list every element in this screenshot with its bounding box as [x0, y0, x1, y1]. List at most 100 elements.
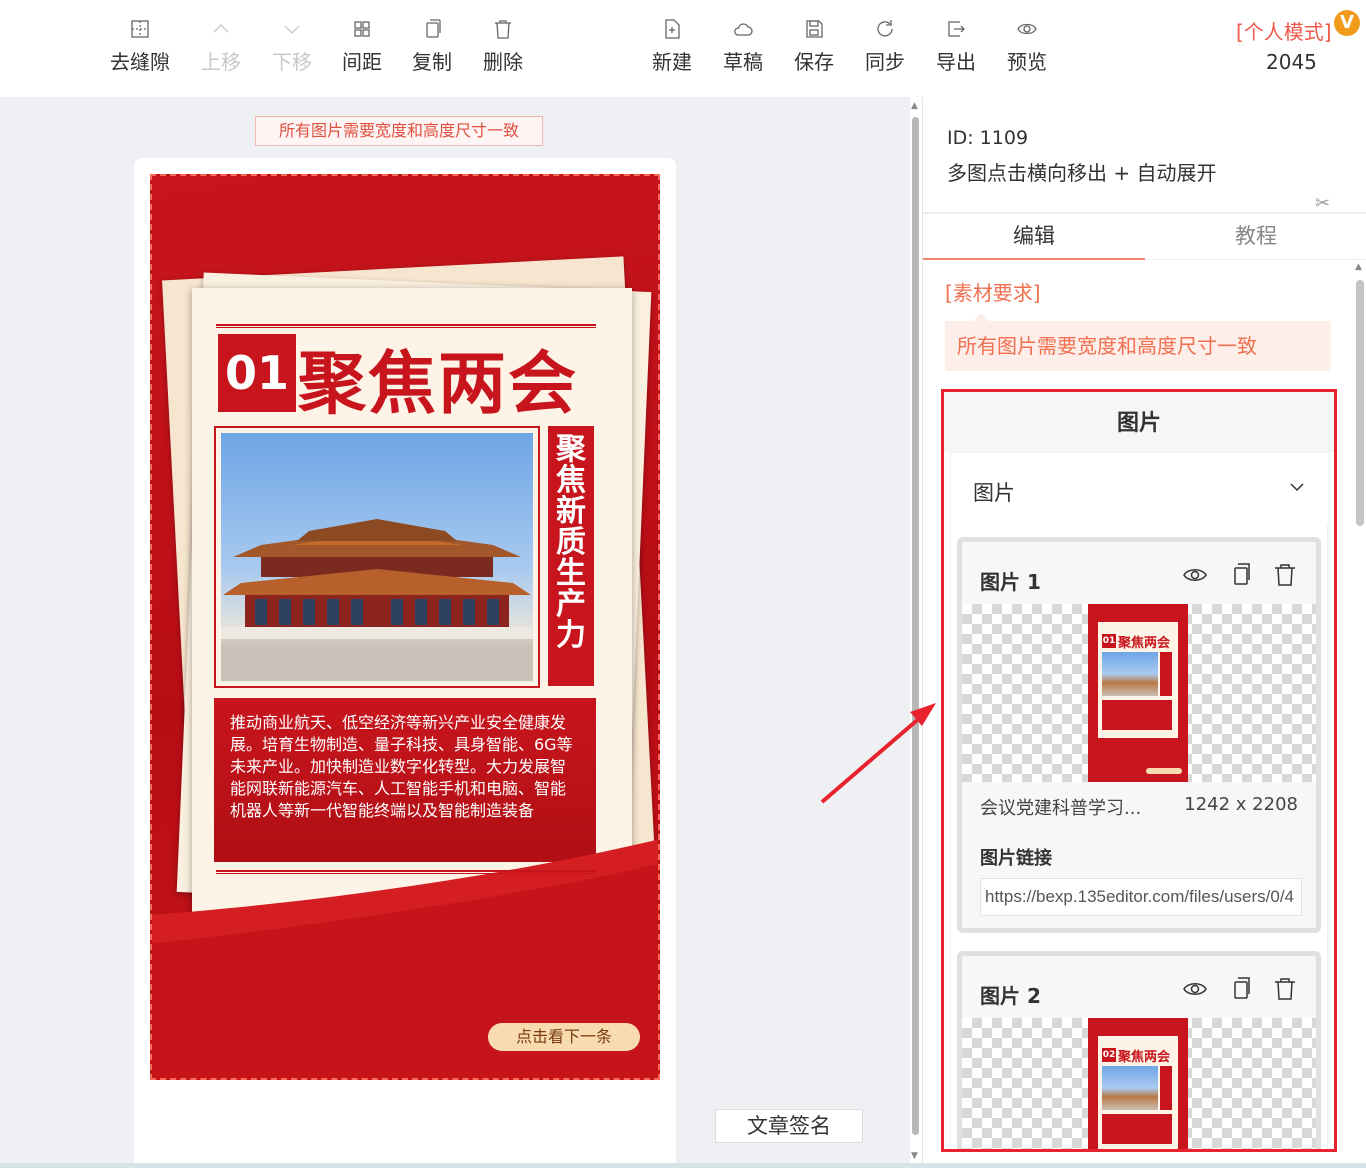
image-thumbnail[interactable]: 02 聚焦两会	[962, 1018, 1316, 1149]
article-signature-button[interactable]: 文章签名	[715, 1109, 863, 1143]
image-card-1: 图片 1 01 聚焦两会 会议党建科普学习... 1242 x 2208 图片链…	[957, 537, 1321, 933]
size-notice: 所有图片需要宽度和高度尺寸一致	[255, 116, 543, 146]
personal-mode[interactable]: [个人模式] V 2045	[1236, 10, 1360, 74]
vertical-banner: 聚焦新质生产力	[548, 426, 594, 686]
sync-icon	[877, 20, 893, 37]
poster-number: 01	[218, 334, 296, 412]
image-section: 图片 图片 1 01 聚焦两会 会议党建科普学习... 1242 x 2208 …	[950, 452, 1329, 1149]
vip-badge-icon: V	[1334, 10, 1360, 36]
mini-textbox	[1102, 700, 1172, 730]
collapse-gap-icon	[131, 20, 149, 38]
template-description: 多图点击横向移出 + 自动展开	[947, 161, 1217, 185]
export-label: 导出	[936, 50, 976, 74]
delete-label: 删除	[483, 50, 523, 74]
properties-panel: ID: 1109 多图点击横向移出 + 自动展开 ✂ 编辑 教程 [素材要求] …	[922, 97, 1366, 1168]
mini-headline: 聚焦两会	[1118, 1050, 1171, 1065]
image-section-header[interactable]: 图片	[951, 453, 1329, 525]
bottom-rule	[216, 870, 596, 874]
trash-icon[interactable]	[1272, 976, 1298, 1002]
poster-image[interactable]: 01 聚焦两会 聚焦新质生产力 推动商业航天、低空经济等新兴产业安全健康发展。培…	[150, 174, 660, 1080]
image-meta: 会议党建科普学习... 1242 x 2208	[962, 782, 1316, 826]
panel-scroll-thumb[interactable]	[1356, 280, 1364, 526]
image-link-heading: 图片链接	[962, 826, 1316, 870]
copy-label: 复制	[412, 50, 452, 74]
poster-headline: 聚焦两会	[298, 344, 579, 424]
image-link-row	[962, 870, 1316, 928]
canvas-scrollbar[interactable]: ▲ ▼	[910, 97, 922, 1168]
template-id: ID: 1109	[947, 127, 1029, 149]
mini-photo	[1102, 1066, 1158, 1110]
copy-icon[interactable]	[1228, 976, 1254, 1002]
save-button[interactable]: 保存	[778, 14, 850, 84]
mode-label: [个人模式]	[1236, 20, 1332, 44]
spacing-button[interactable]: 间距	[326, 14, 398, 84]
tab-tutorial[interactable]: 教程	[1145, 214, 1366, 260]
next-item-button[interactable]: 点击看下一条	[488, 1023, 640, 1051]
chevron-down-icon	[284, 25, 300, 34]
panel-scrollbar[interactable]: ▲	[1353, 262, 1366, 1168]
requirement-text: 所有图片需要宽度和高度尺寸一致	[945, 313, 1331, 371]
image-dimensions: 1242 x 2208	[1184, 794, 1298, 815]
image-card-header: 图片 2	[962, 956, 1316, 1018]
export-button[interactable]: 导出	[920, 14, 992, 84]
sync-label: 同步	[865, 50, 905, 74]
top-toolbar: 去缝隙 上移 下移 间距 复制 删除 新建 草稿 保存 同步 导出 预览 [个人…	[0, 0, 1366, 97]
mini-number: 01	[1102, 634, 1116, 648]
tab-edit[interactable]: 编辑	[923, 214, 1145, 260]
image-group-title: 图片	[944, 392, 1334, 452]
tools-icon[interactable]: ✂	[1315, 193, 1330, 214]
mini-poster: 01 聚焦两会	[1088, 604, 1188, 782]
move-up-button[interactable]: 上移	[185, 14, 257, 84]
copy-icon[interactable]	[1228, 562, 1254, 588]
chevron-down-icon[interactable]	[1289, 479, 1305, 495]
scroll-up-icon[interactable]: ▲	[911, 101, 918, 111]
trash-icon	[495, 20, 511, 39]
mini-number: 02	[1102, 1048, 1116, 1062]
eye-icon[interactable]	[1182, 976, 1208, 1002]
mini-banner	[1160, 652, 1172, 696]
copy-button[interactable]: 复制	[396, 14, 468, 84]
image-link-label: 图片链接	[980, 848, 1052, 869]
trash-icon[interactable]	[1272, 562, 1298, 588]
save-icon	[806, 20, 823, 38]
scroll-up-icon[interactable]: ▲	[1355, 262, 1362, 272]
remove-gap-label: 去缝隙	[110, 50, 170, 74]
image-card-title: 图片 1	[980, 570, 1041, 594]
mini-textbox	[1102, 1114, 1172, 1144]
image-link-input[interactable]	[980, 878, 1302, 916]
image-card-header: 图片 1	[962, 542, 1316, 604]
delete-button[interactable]: 删除	[467, 14, 539, 84]
remove-gap-button[interactable]: 去缝隙	[104, 14, 176, 84]
scroll-down-icon[interactable]: ▼	[911, 1151, 918, 1161]
image-filename: 会议党建科普学习...	[980, 798, 1142, 819]
new-button[interactable]: 新建	[636, 14, 708, 84]
palace-photo	[221, 433, 533, 681]
move-down-label: 下移	[272, 50, 312, 74]
move-down-button[interactable]: 下移	[256, 14, 328, 84]
mode-count: 2045	[1266, 50, 1317, 74]
canvas-scroll-thumb[interactable]	[912, 117, 919, 1135]
new-label: 新建	[652, 50, 692, 74]
palace-illustration	[221, 519, 533, 681]
mini-headline: 聚焦两会	[1118, 636, 1171, 651]
cloud-icon	[734, 23, 753, 36]
spacing-label: 间距	[342, 50, 382, 74]
draft-button[interactable]: 草稿	[707, 14, 779, 84]
image-thumbnail[interactable]: 01 聚焦两会	[962, 604, 1316, 782]
image-section-label: 图片	[973, 481, 1015, 505]
preview-button[interactable]: 预览	[991, 14, 1063, 84]
eye-icon	[1017, 23, 1037, 35]
image-group: 图片 图片 图片 1 01 聚焦两会 会议党建科普学习... 1242 x 22…	[941, 389, 1337, 1152]
mini-photo	[1102, 652, 1158, 696]
mini-button	[1146, 768, 1182, 774]
draft-label: 草稿	[723, 50, 763, 74]
sync-button[interactable]: 同步	[849, 14, 921, 84]
mini-banner	[1160, 1066, 1172, 1110]
mini-poster: 02 聚焦两会	[1088, 1018, 1188, 1149]
palace-photo-frame	[214, 426, 540, 688]
eye-icon[interactable]	[1182, 562, 1208, 588]
export-icon	[948, 21, 965, 37]
preview-label: 预览	[1007, 50, 1047, 74]
save-label: 保存	[794, 50, 834, 74]
requirement-title: [素材要求]	[945, 281, 1041, 305]
